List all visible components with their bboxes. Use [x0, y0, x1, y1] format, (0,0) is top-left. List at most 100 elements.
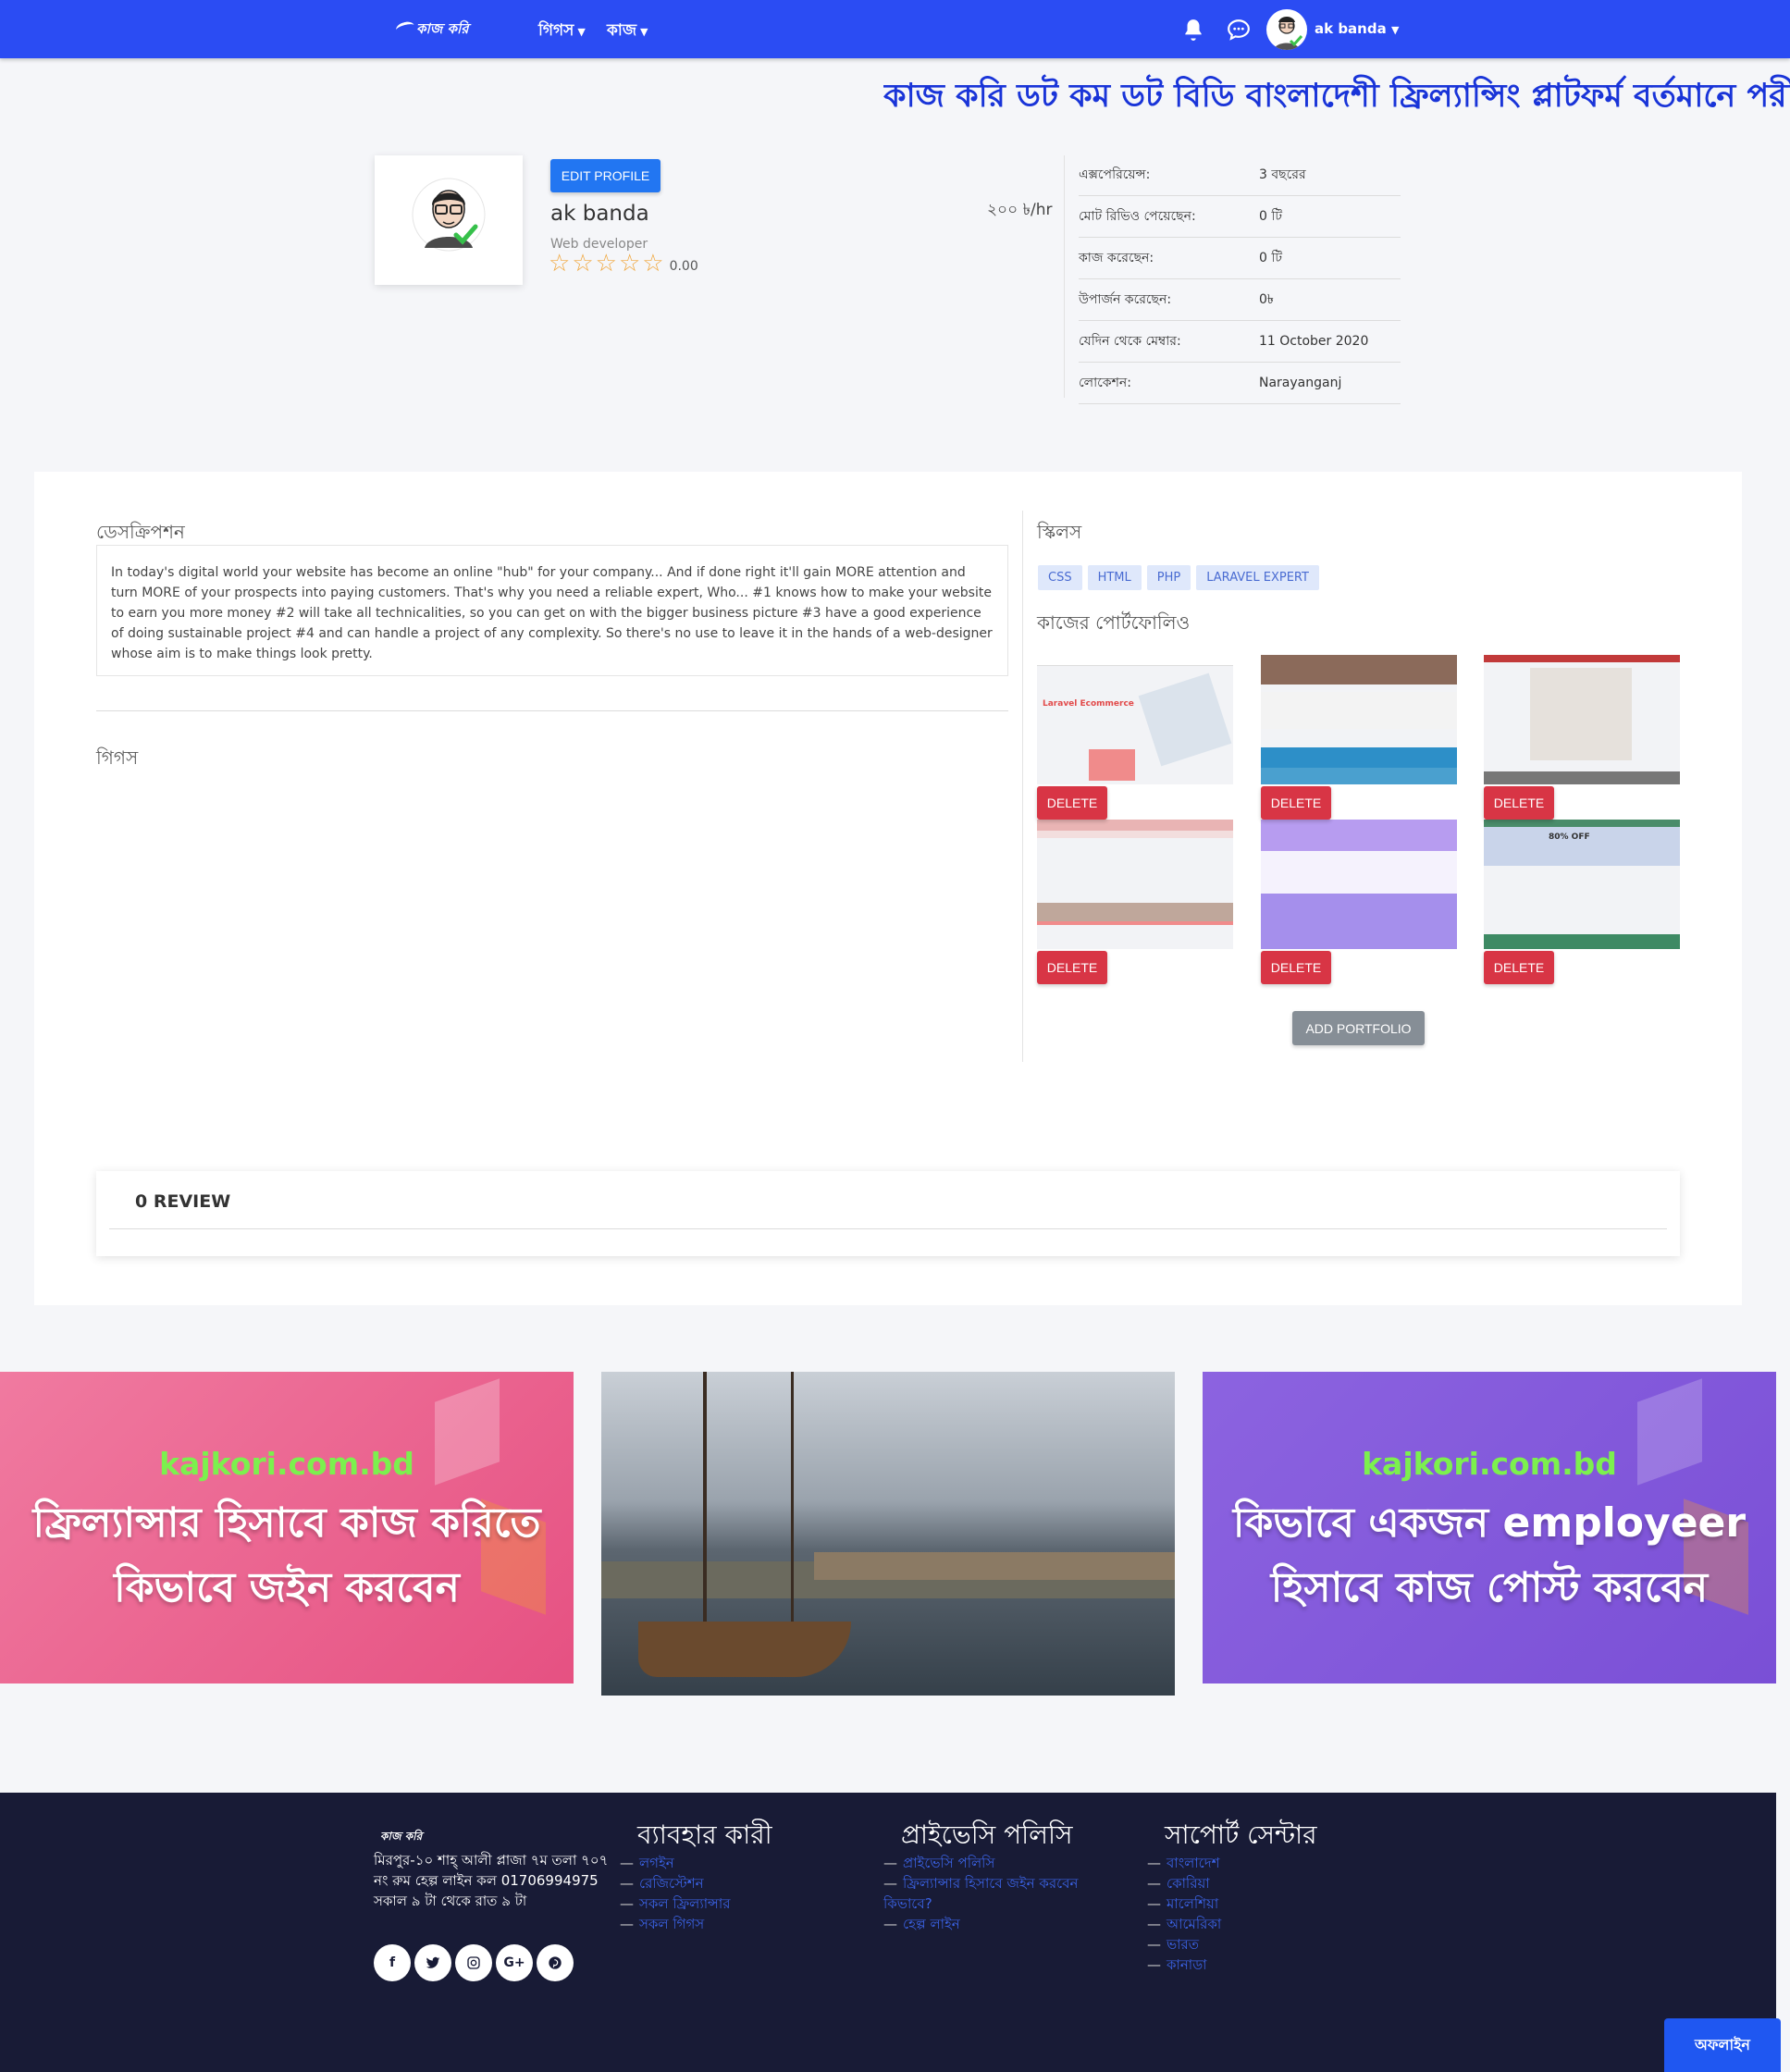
star-icon: ☆: [618, 250, 641, 278]
promo-banner-photo[interactable]: [601, 1372, 1175, 1696]
footer-privacy-heading: প্রাইভেসি পলিসি: [901, 1819, 1073, 1850]
banner-line: কিভাবে জইন করবেন: [114, 1564, 460, 1611]
footer-link[interactable]: — লগইন: [620, 1853, 730, 1873]
stat-value: 0 টি: [1259, 251, 1282, 265]
chevron-down-icon: ▼: [640, 26, 648, 38]
banner-line: ফ্রিল্যান্সার হিসাবে কাজ করিতে: [32, 1499, 541, 1547]
stat-row: কাজ করেছেন: 0 টি: [1079, 238, 1401, 279]
banner-site: kajkori.com.bd: [159, 1446, 414, 1482]
profile-stats: এক্সপেরিয়েন্স: 3 বছরের মোট রিভিও পেয়েছে…: [1079, 154, 1401, 404]
divider: [96, 710, 1008, 711]
facebook-icon[interactable]: f: [374, 1944, 411, 1981]
stat-label: লোকেশন:: [1079, 376, 1131, 390]
footer-link[interactable]: — ভারত: [1147, 1934, 1221, 1955]
footer-users-links: — লগইন — রেজিস্টেশন — সকল ফ্রিল্যান্সার — সক…: [620, 1853, 730, 1934]
promo-banner-employer[interactable]: kajkori.com.bd কিভাবে একজন employeer হিস…: [1203, 1372, 1776, 1684]
promo-banner-freelancer[interactable]: kajkori.com.bd ফ্রিল্যান্সার হিসাবে কাজ …: [0, 1372, 574, 1684]
add-portfolio-button[interactable]: ADD PORTFOLIO: [1292, 1011, 1425, 1045]
portfolio-heading: কাজের পোর্টফোলিও: [1037, 611, 1191, 634]
footer-link[interactable]: — হেল্প লাইন: [883, 1914, 1105, 1934]
rating-stars: ☆ ☆ ☆ ☆ ☆ 0.00: [549, 252, 698, 276]
footer-link[interactable]: — কানাডা: [1147, 1955, 1221, 1975]
stat-value: 3 বছরের: [1259, 167, 1306, 182]
skill-tag: LARAVEL EXPERT: [1196, 565, 1319, 590]
stat-row: মোট রিভিও পেয়েছেন: 0 টি: [1079, 196, 1401, 238]
delete-portfolio-button[interactable]: DELETE: [1261, 786, 1331, 820]
portfolio-thumbnail[interactable]: [1261, 655, 1457, 784]
delete-portfolio-button[interactable]: DELETE: [1037, 951, 1107, 984]
google-plus-icon[interactable]: G+: [496, 1944, 533, 1981]
star-icon: ☆: [595, 250, 617, 278]
skills-heading: স্কিলস: [1037, 521, 1082, 543]
stat-row: উপার্জন করেছেন: 0৳: [1079, 279, 1401, 321]
star-icon: ☆: [549, 250, 571, 278]
announcement-marquee: কাজ করি ডট কম ডট বিডি বাংলাদেশী ফ্রিল্যা…: [883, 78, 1790, 115]
skill-tag: HTML: [1087, 565, 1142, 590]
rating-value: 0.00: [669, 259, 698, 274]
chevron-down-icon: ▼: [577, 26, 586, 38]
stat-value: 0 টি: [1259, 209, 1282, 224]
chat-icon[interactable]: [1227, 18, 1251, 42]
portfolio-thumbnail[interactable]: [1261, 820, 1457, 949]
instagram-icon[interactable]: [455, 1944, 492, 1981]
footer-link[interactable]: — সকল গিগস: [620, 1914, 730, 1934]
footer-users-heading: ব্যাবহার কারী: [637, 1819, 772, 1850]
skills-list: CSS HTML PHP LARAVEL EXPERT: [1038, 565, 1319, 590]
profile-name: ak banda: [550, 202, 649, 226]
delete-portfolio-button[interactable]: DELETE: [1261, 951, 1331, 984]
top-navbar: কাজ করি গিগস ▼ কাজ ▼ ak banda ▼: [0, 0, 1790, 58]
skill-tag: CSS: [1038, 565, 1082, 590]
footer-link[interactable]: — প্রাইভেসি পলিসি: [883, 1853, 1105, 1873]
stat-label: মোট রিভিও পেয়েছেন:: [1079, 209, 1196, 224]
star-icon: ☆: [642, 250, 664, 278]
footer-link[interactable]: — বাংলাদেশ: [1147, 1853, 1221, 1873]
twitter-icon[interactable]: [414, 1944, 451, 1981]
site-logo[interactable]: কাজ করি: [394, 18, 492, 44]
nav-menu-jobs[interactable]: কাজ ▼: [607, 18, 648, 44]
stat-label: যেদিন থেকে মেম্বার:: [1079, 334, 1181, 349]
delete-portfolio-button[interactable]: DELETE: [1037, 786, 1107, 820]
stat-row: এক্সপেরিয়েন্স: 3 বছরের: [1079, 154, 1401, 196]
profile-avatar: [412, 168, 486, 261]
chat-status-button[interactable]: অফলাইন: [1664, 2018, 1781, 2072]
footer-link[interactable]: — কোরিয়া: [1147, 1873, 1221, 1893]
chevron-down-icon: ▼: [1390, 24, 1400, 36]
footer-link[interactable]: — ফ্রিল্যান্সার হিসাবে জইন করবেন কিভাবে?: [883, 1873, 1105, 1914]
bell-icon[interactable]: [1181, 18, 1205, 42]
footer-address: মিরপুর-১০ শাহ্ আলী প্লাজা ৭ম তলা ৭০৭ নং …: [374, 1852, 609, 1909]
reviews-card: 0 REVIEW: [96, 1171, 1680, 1256]
reviews-title: 0 REVIEW: [135, 1191, 231, 1212]
stat-row: যেদিন থেকে মেম্বার: 11 October 2020: [1079, 321, 1401, 363]
portfolio-thumbnail[interactable]: [1484, 655, 1680, 784]
footer-link[interactable]: — মালেশিয়া: [1147, 1893, 1221, 1914]
stat-value: Narayanganj: [1259, 376, 1342, 390]
delete-portfolio-button[interactable]: DELETE: [1484, 951, 1554, 984]
stat-label: উপার্জন করেছেন:: [1079, 292, 1172, 307]
gigs-heading: গিগস: [96, 746, 139, 769]
footer-support-heading: সাপোর্ট সেন্টার: [1165, 1819, 1317, 1850]
edit-profile-button[interactable]: EDIT PROFILE: [550, 159, 660, 192]
footer-support-links: — বাংলাদেশ — কোরিয়া — মালেশিয়া — আমেরিকা —…: [1147, 1853, 1221, 1975]
stat-label: কাজ করেছেন:: [1079, 251, 1154, 265]
description-text: In today's digital world your website ha…: [96, 545, 1008, 676]
pinterest-icon[interactable]: [537, 1944, 574, 1981]
footer-link[interactable]: — আমেরিকা: [1147, 1914, 1221, 1934]
stat-label: এক্সপেরিয়েন্স:: [1079, 167, 1151, 182]
nav-menu-gigs[interactable]: গিগস ▼: [538, 18, 586, 44]
star-icon: ☆: [572, 250, 594, 278]
user-menu[interactable]: ak banda ▼: [1315, 20, 1399, 37]
portfolio-thumbnail[interactable]: [1037, 820, 1233, 949]
stat-value: 11 October 2020: [1259, 334, 1369, 349]
skill-tag: PHP: [1146, 565, 1191, 590]
delete-portfolio-button[interactable]: DELETE: [1484, 786, 1554, 820]
portfolio-thumbnail[interactable]: Laravel Ecommerce: [1037, 655, 1233, 784]
divider: [109, 1228, 1667, 1229]
portfolio-thumbnail[interactable]: 80% OFF: [1484, 820, 1680, 949]
divider: [1064, 155, 1065, 398]
footer-logo[interactable]: কাজ করি: [380, 1829, 422, 1847]
footer-link[interactable]: — সকল ফ্রিল্যান্সার: [620, 1893, 730, 1914]
footer-link[interactable]: — রেজিস্টেশন: [620, 1873, 730, 1893]
banner-line: কিভাবে একজন employeer: [1232, 1499, 1747, 1547]
hourly-rate: ২০০ ৳/hr: [987, 201, 1053, 219]
avatar[interactable]: [1266, 9, 1307, 50]
